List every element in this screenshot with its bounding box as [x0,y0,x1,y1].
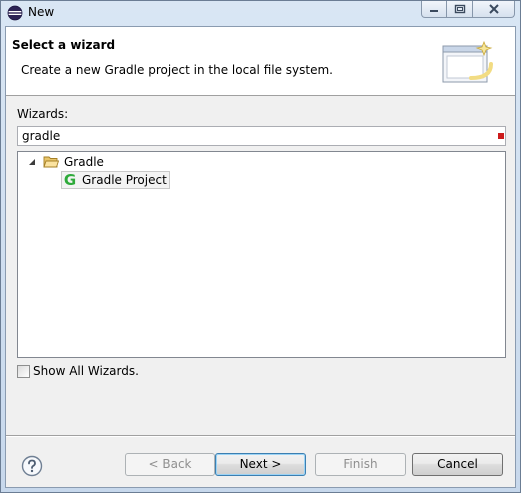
help-icon [21,455,43,477]
show-all-wizards-option[interactable]: Show All Wizards. [17,363,139,379]
tree-item-gradle[interactable]: Gradle [27,153,104,171]
wizards-label: Wizards: [17,107,69,121]
tree-item-gradle-project[interactable]: G Gradle Project [61,171,170,189]
eclipse-icon [7,5,23,21]
button-bar-separator [6,435,515,437]
gradle-icon: G [63,171,77,189]
show-all-wizards-label: Show All Wizards. [33,364,139,378]
show-all-wizards-checkbox[interactable] [17,364,30,378]
wizard-tree[interactable]: Gradle G Gradle Project [17,151,506,358]
caption-buttons [421,1,515,19]
help-button[interactable] [21,455,43,477]
new-wizard-icon [441,38,495,88]
title-bar[interactable]: New [1,1,520,25]
new-wizard-window: New Select a wizard Create a new Gradle … [0,0,521,493]
clear-filter-icon[interactable] [498,133,504,139]
tree-item-label: Gradle [64,155,104,169]
finish-button[interactable]: Finish [315,453,406,476]
back-button[interactable]: < Back [125,453,215,476]
close-button[interactable] [473,1,515,18]
expanded-arrow-icon[interactable] [27,157,37,167]
window-title: New [28,5,55,19]
wizard-header: Select a wizard Create a new Gradle proj… [6,27,515,96]
dialog-client-area: Select a wizard Create a new Gradle proj… [5,26,516,488]
minimize-icon [430,10,438,12]
tree-item-label: Gradle Project [82,173,167,187]
restore-icon [454,4,465,14]
header-title: Select a wizard [12,38,116,52]
close-icon [488,4,499,14]
maximize-button[interactable] [447,1,473,18]
cancel-button[interactable]: Cancel [412,453,503,476]
next-button[interactable]: Next > [215,453,306,476]
wizard-filter-input[interactable] [17,126,506,146]
header-description: Create a new Gradle project in the local… [21,63,333,77]
minimize-button[interactable] [421,1,447,18]
folder-icon [43,155,60,169]
